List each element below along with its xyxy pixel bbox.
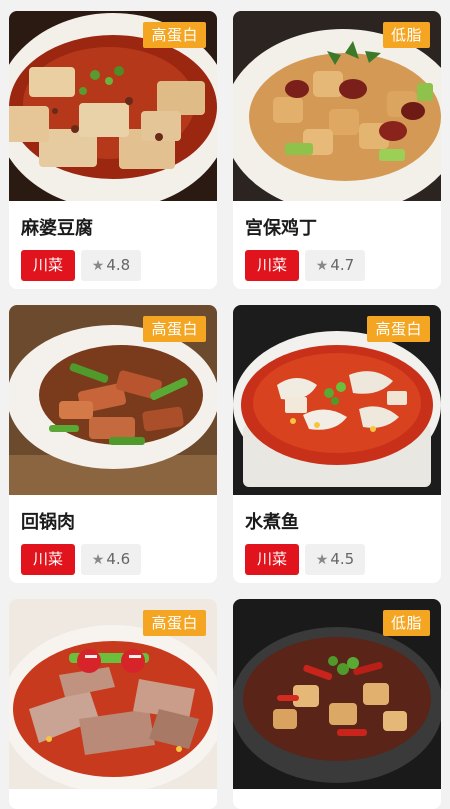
diet-tag: 低脂 (382, 610, 430, 636)
rating-badge: ★ 4.6 (81, 544, 141, 575)
star-icon: ★ (315, 258, 329, 274)
dish-name: 水煮鱼 (245, 512, 299, 533)
dish-card[interactable]: 低脂 (233, 599, 441, 809)
diet-tag: 低脂 (382, 22, 430, 48)
rating-badge: ★ 4.5 (305, 544, 365, 575)
dish-card[interactable]: 高蛋白 (9, 599, 217, 809)
diet-tag: 高蛋白 (143, 316, 206, 342)
dish-name: 回锅肉 (21, 512, 75, 533)
dish-card[interactable]: 低脂 宫保鸡丁 川菜 ★ 4.7 (233, 11, 441, 289)
rating-badge: ★ 4.7 (305, 250, 365, 281)
cuisine-badge: 川菜 (245, 544, 299, 575)
dish-card[interactable]: 高蛋白 麻婆豆腐 川菜 ★ 4.8 (9, 11, 217, 289)
dish-name: 宫保鸡丁 (245, 218, 317, 239)
dish-photo[interactable]: 高蛋白 (9, 11, 217, 201)
cuisine-badge: 川菜 (21, 544, 75, 575)
star-icon: ★ (91, 552, 105, 568)
cuisine-badge: 川菜 (21, 250, 75, 281)
dish-photo[interactable]: 低脂 (233, 599, 441, 789)
rating-value: 4.6 (106, 550, 131, 568)
rating-value: 4.7 (330, 256, 355, 274)
star-icon: ★ (315, 552, 329, 568)
dish-photo[interactable]: 高蛋白 (233, 305, 441, 495)
diet-tag: 高蛋白 (367, 316, 430, 342)
dish-photo[interactable]: 高蛋白 (9, 305, 217, 495)
cuisine-badge: 川菜 (245, 250, 299, 281)
dish-card[interactable]: 高蛋白 回锅肉 川菜 ★ 4.6 (9, 305, 217, 583)
dish-grid: 高蛋白 麻婆豆腐 川菜 ★ 4.8 低脂 宫保鸡丁 川菜 ★ 4.7 高蛋白 回… (0, 0, 450, 809)
rating-badge: ★ 4.8 (81, 250, 141, 281)
rating-value: 4.8 (106, 256, 131, 274)
rating-value: 4.5 (330, 550, 355, 568)
diet-tag: 高蛋白 (143, 22, 206, 48)
dish-card[interactable]: 高蛋白 水煮鱼 川菜 ★ 4.5 (233, 305, 441, 583)
dish-photo[interactable]: 低脂 (233, 11, 441, 201)
dish-name: 麻婆豆腐 (21, 218, 93, 239)
diet-tag: 高蛋白 (143, 610, 206, 636)
dish-photo[interactable]: 高蛋白 (9, 599, 217, 789)
star-icon: ★ (91, 258, 105, 274)
